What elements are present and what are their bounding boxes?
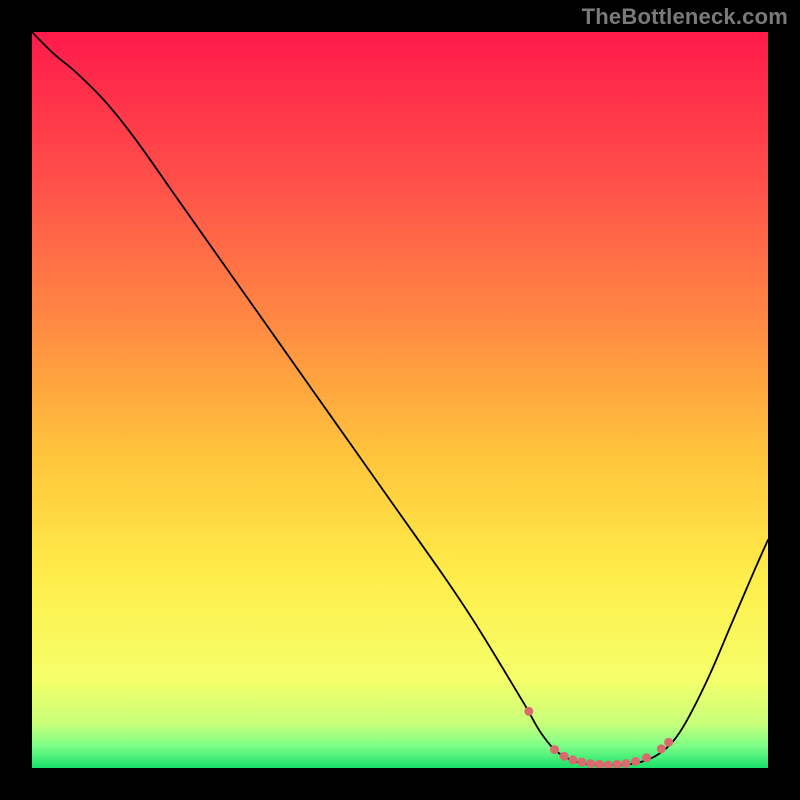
highlight-dot [621,759,630,768]
highlight-dot [642,753,651,762]
highlight-dot [631,757,640,766]
highlight-dot [524,707,533,716]
plot-area [32,32,768,768]
highlight-dot [586,759,595,768]
highlight-dot [657,744,666,753]
highlight-dot [664,738,673,747]
highlight-dot [560,752,569,761]
highlight-dot [568,755,577,764]
chart-frame: TheBottleneck.com [0,0,800,800]
chart-svg [32,32,768,768]
gradient-background [32,32,768,768]
highlight-dot [577,758,586,767]
watermark-text: TheBottleneck.com [582,4,788,30]
highlight-dot [550,745,559,754]
